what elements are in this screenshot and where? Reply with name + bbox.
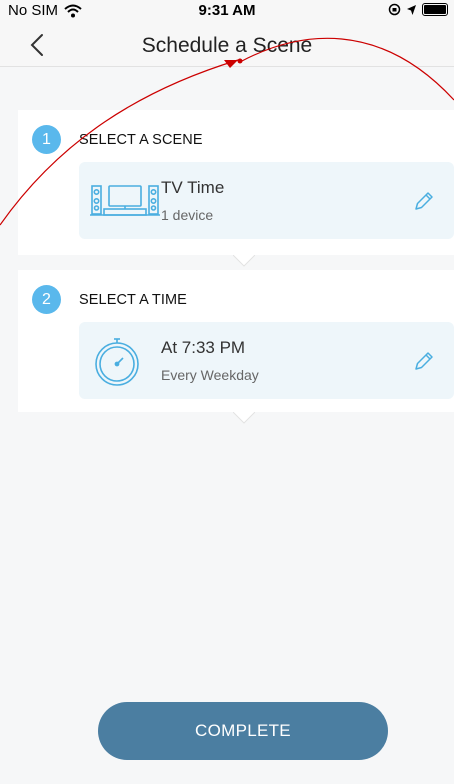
time-title: At 7:33 PM <box>161 338 246 357</box>
select-scene-section: 1 SELECT A SCENE TV Time 1 device <box>18 110 454 267</box>
timer-icon <box>95 338 139 386</box>
clock: 9:31 AM <box>198 2 256 19</box>
time-repeat: Every Weekday <box>161 367 259 383</box>
status-bar: No SIM 9:31 AM <box>0 0 454 22</box>
tv-set-icon <box>90 185 160 216</box>
time-card[interactable]: At 7:33 PM Every Weekday <box>79 322 454 399</box>
location-arrow-icon <box>407 4 416 15</box>
pencil-icon[interactable] <box>412 349 436 373</box>
section-divider-arrow <box>233 255 255 267</box>
complete-button[interactable]: COMPLETE <box>98 702 388 760</box>
scene-card[interactable]: TV Time 1 device <box>79 162 454 239</box>
select-time-section: 2 SELECT A TIME At 7:33 PM Every Weekday <box>18 270 454 424</box>
battery-icon <box>422 3 448 16</box>
pencil-icon[interactable] <box>412 189 436 213</box>
page-title: Schedule a Scene <box>141 34 313 57</box>
step-number-badge: 2 <box>32 285 61 314</box>
step-number-badge: 1 <box>32 125 61 154</box>
section-divider-arrow <box>233 412 255 424</box>
nav-bar: Schedule a Scene <box>0 22 454 67</box>
section-label: SELECT A SCENE <box>79 132 203 148</box>
orientation-lock-icon <box>388 3 401 16</box>
section-label: SELECT A TIME <box>79 292 187 308</box>
scene-device-count: 1 device <box>161 207 214 223</box>
scene-title: TV Time <box>161 178 225 197</box>
status-right <box>388 3 448 16</box>
